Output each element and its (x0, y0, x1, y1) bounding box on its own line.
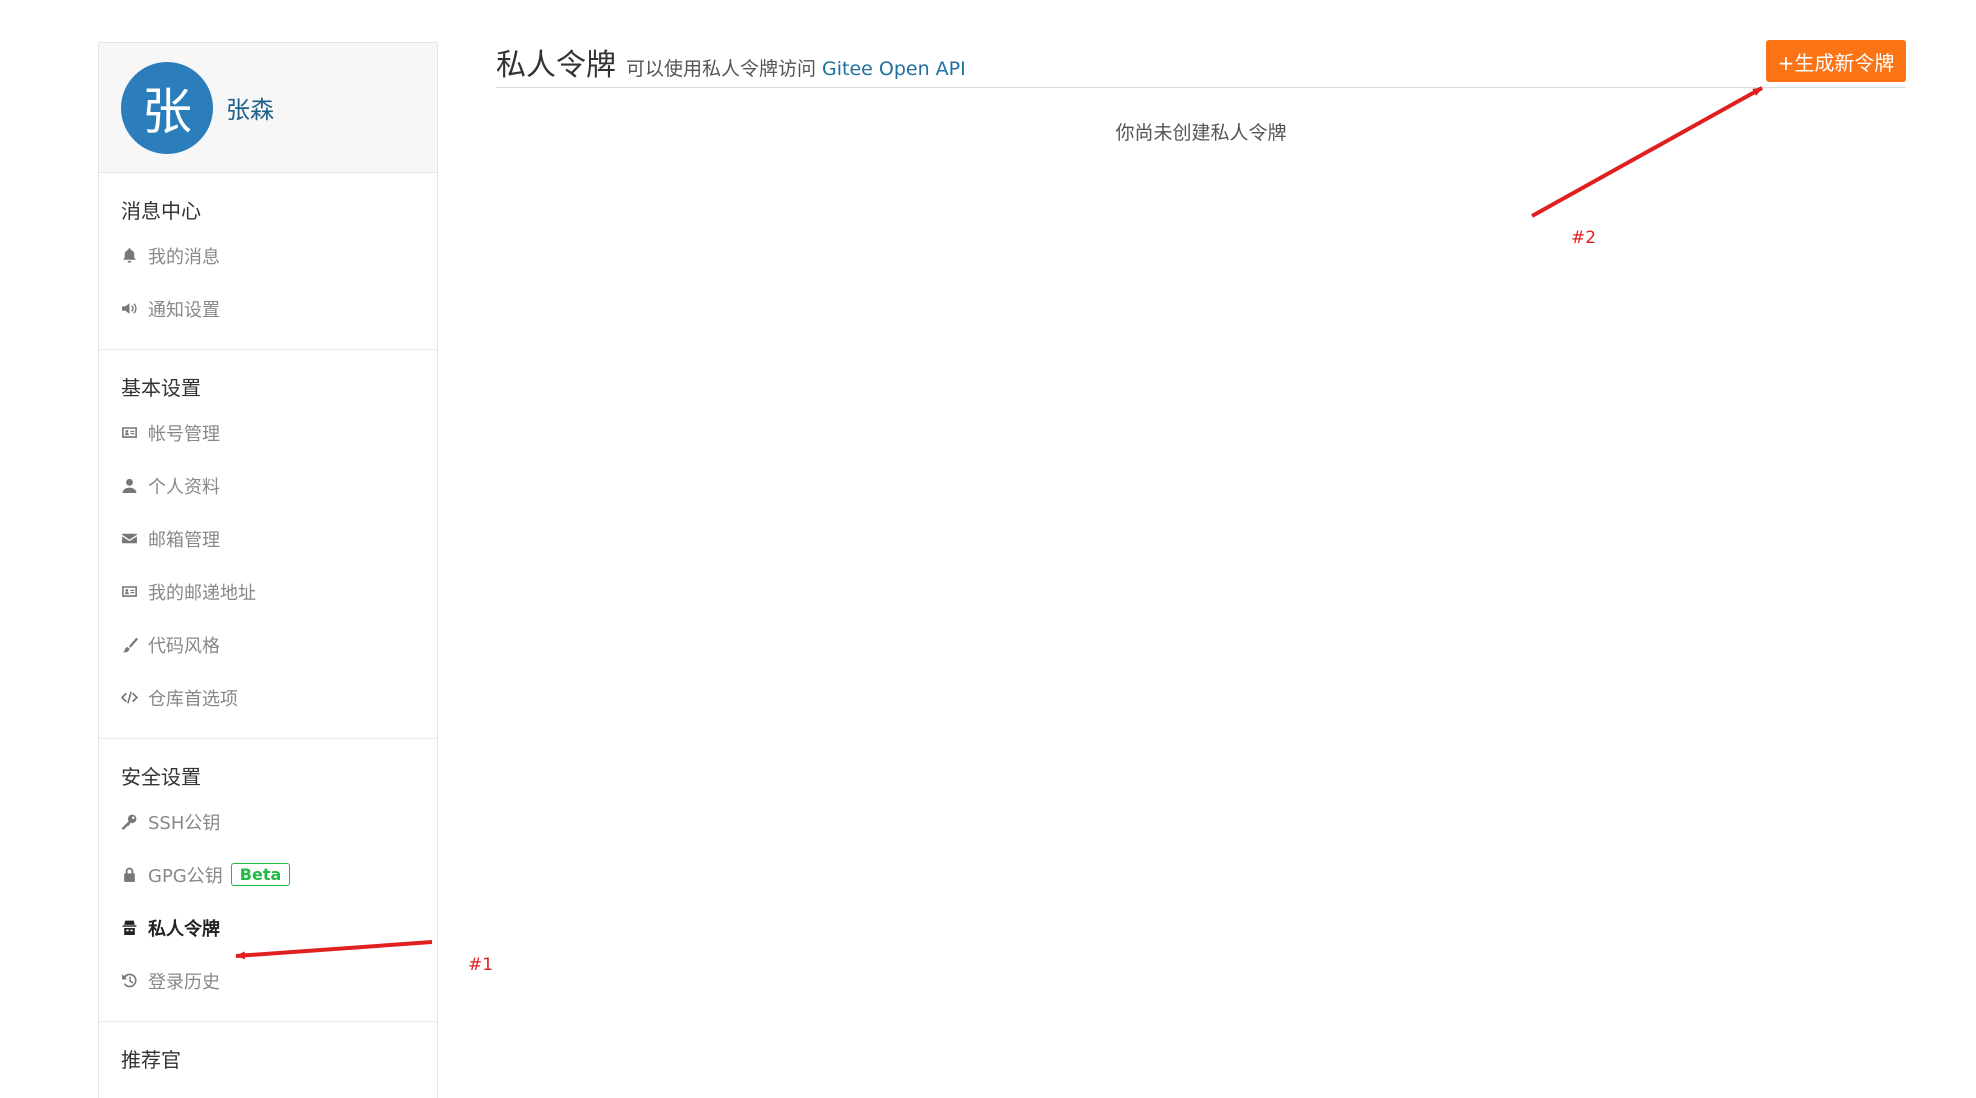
sidebar-item-label: 个人资料 (148, 476, 220, 498)
bell-icon (120, 247, 138, 265)
annotation-label-1: #1 (468, 955, 494, 975)
brush-icon (120, 636, 138, 654)
sidebar-item-ssh-keys[interactable]: SSH公钥 (99, 795, 437, 848)
sidebar-section-title[interactable]: 推荐官 (99, 1022, 437, 1078)
gitee-open-api-link[interactable]: Gitee Open API (822, 58, 966, 80)
sidebar-section-title: 基本设置 (121, 376, 201, 400)
code-icon (120, 689, 138, 707)
page-subtitle: 可以使用私人令牌访问 (626, 58, 817, 80)
avatar[interactable]: 张 (121, 61, 213, 154)
empty-state-message: 你尚未创建私人令牌 (1115, 122, 1287, 144)
sidebar-item-label: 我的邮递地址 (148, 582, 256, 604)
sidebar-item-label: 帐号管理 (148, 423, 220, 445)
page-title: 私人令牌 (496, 48, 616, 83)
sidebar-item-address[interactable]: 我的邮递地址 (99, 565, 437, 618)
spy-icon (120, 919, 138, 937)
key-icon (120, 813, 138, 831)
sidebar-item-email[interactable]: 邮箱管理 (99, 512, 437, 565)
sidebar-item-login-history[interactable]: 登录历史 (99, 954, 437, 1007)
sidebar-item-repo-preferences[interactable]: 仓库首选项 (99, 671, 437, 724)
sidebar-item-label: 邮箱管理 (148, 529, 220, 551)
sidebar-item-label: GPG公钥 (148, 865, 223, 887)
generate-new-token-button[interactable]: +生成新令牌 (1766, 40, 1906, 82)
volume-icon (120, 300, 138, 318)
annotation-label-2: #2 (1571, 228, 1597, 248)
sidebar-item-label: 通知设置 (148, 299, 220, 321)
sidebar-section-title: 消息中心 (121, 199, 201, 223)
sidebar-section-referral: 推荐官 (99, 1022, 437, 1092)
sidebar-item-my-messages[interactable]: 我的消息 (99, 229, 437, 282)
sidebar-section-messages: 消息中心 我的消息 通知设置 (99, 173, 437, 350)
sidebar-item-label: 仓库首选项 (148, 688, 238, 710)
sidebar-item-code-style[interactable]: 代码风格 (99, 618, 437, 671)
beta-badge: Beta (230, 863, 291, 886)
sidebar-section-basic: 基本设置 帐号管理 个人资料 邮箱管理 我的邮递地址 代码风格 仓库首选项 (99, 350, 437, 739)
sidebar-item-private-tokens[interactable]: 私人令牌 (99, 901, 437, 954)
history-icon (120, 972, 138, 990)
username-link[interactable]: 张森 (226, 90, 274, 125)
sidebar-item-label: 我的消息 (148, 246, 220, 268)
sidebar-item-label: 代码风格 (148, 635, 220, 657)
lock-icon (120, 866, 138, 884)
id-card-icon (120, 424, 138, 442)
envelope-icon (120, 530, 138, 548)
settings-sidebar: 张 张森 消息中心 我的消息 通知设置 基本设置 帐号管理 个人资料 邮箱管理 (98, 42, 438, 1098)
sidebar-item-label: 登录历史 (148, 971, 220, 993)
id-card-icon (120, 583, 138, 601)
sidebar-item-account[interactable]: 帐号管理 (99, 406, 437, 459)
sidebar-item-profile[interactable]: 个人资料 (99, 459, 437, 512)
sidebar-item-label: SSH公钥 (148, 812, 221, 834)
sidebar-item-notification-settings[interactable]: 通知设置 (99, 282, 437, 335)
user-icon (120, 477, 138, 495)
sidebar-item-label: 私人令牌 (148, 918, 220, 940)
main-content: 私人令牌 可以使用私人令牌访问 Gitee Open API +生成新令牌 你尚… (496, 40, 1906, 145)
profile-header: 张 张森 (99, 43, 437, 173)
page-header: 私人令牌 可以使用私人令牌访问 Gitee Open API +生成新令牌 (496, 40, 1906, 88)
sidebar-section-security: 安全设置 SSH公钥 GPG公钥 Beta 私人令牌 登录历史 (99, 739, 437, 1022)
sidebar-section-title: 安全设置 (121, 765, 201, 789)
sidebar-item-gpg-keys[interactable]: GPG公钥 Beta (99, 848, 437, 901)
